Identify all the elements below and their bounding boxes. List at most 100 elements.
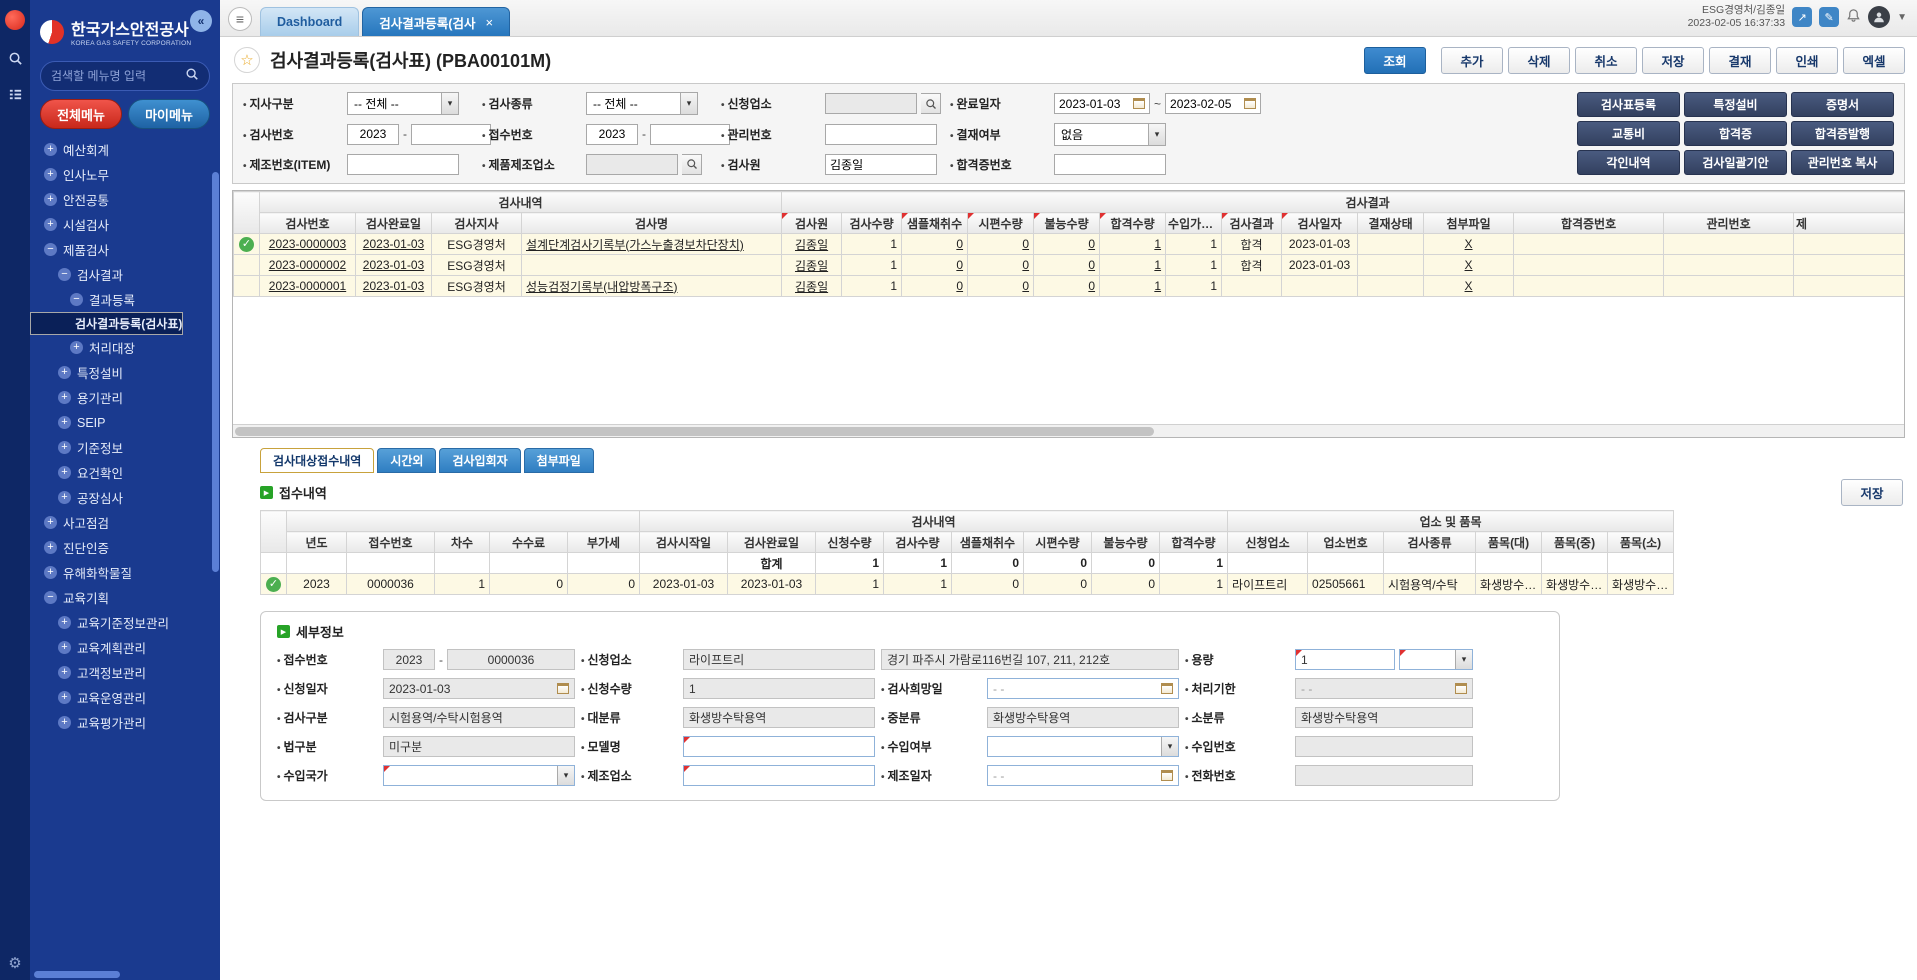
attachment-link[interactable]: X	[1424, 255, 1514, 276]
receipt-save-button[interactable]: 저장	[1841, 479, 1903, 506]
sample-link[interactable]: 0	[902, 255, 968, 276]
transport-fee-button[interactable]: 교통비	[1577, 121, 1680, 146]
calendar-icon[interactable]	[557, 683, 569, 694]
tab-dashboard[interactable]: Dashboard	[260, 7, 359, 36]
save-button[interactable]: 저장	[1642, 47, 1704, 74]
inspector-input[interactable]	[825, 154, 937, 175]
sidebar-item-edu-std[interactable]: 교육기준정보관리	[30, 610, 220, 635]
chevron-down-icon[interactable]: ▼	[1897, 12, 1907, 23]
all-menu-button[interactable]: 전체메뉴	[40, 99, 122, 129]
sidebar-item-safety[interactable]: 안전공통	[30, 187, 220, 212]
row-select-cell[interactable]	[234, 234, 260, 255]
my-menu-button[interactable]: 마이메뉴	[128, 99, 210, 129]
hope-date-picker[interactable]: - -	[987, 678, 1179, 699]
inspection-no-link[interactable]: 2023-0000001	[260, 276, 356, 297]
sidebar-item-factory-audit[interactable]: 공장심사	[30, 485, 220, 510]
sidebar-item-customer-info[interactable]: 고객정보관리	[30, 660, 220, 685]
excel-button[interactable]: 엑셀	[1843, 47, 1905, 74]
add-button[interactable]: 추가	[1441, 47, 1503, 74]
chevron-down-icon[interactable]	[441, 93, 458, 114]
specimen-link[interactable]: 0	[968, 255, 1034, 276]
sample-link[interactable]: 0	[902, 234, 968, 255]
attachment-link[interactable]: X	[1424, 234, 1514, 255]
fail-link[interactable]: 0	[1034, 255, 1100, 276]
chevron-down-icon[interactable]	[680, 93, 697, 114]
sidebar-item-result-reg-sheet[interactable]: 검사결과등록(검사표)	[30, 312, 183, 335]
search-lookup-icon[interactable]	[921, 93, 941, 114]
grid-row[interactable]: 2023-0000003 2023-01-03 ESG경영처 설계단계검사기록부…	[234, 234, 1906, 255]
receipt-row[interactable]: 2023 0000036 1 0 0 2023-01-03 2023-01-03…	[261, 574, 1674, 595]
row-select-cell[interactable]	[261, 574, 287, 595]
inspection-no-serial-input[interactable]	[411, 124, 491, 145]
fail-link[interactable]: 0	[1034, 276, 1100, 297]
approval-status-select[interactable]: 없음	[1054, 123, 1166, 146]
sidebar-item-product[interactable]: 제품검사	[30, 237, 220, 262]
tab-witness[interactable]: 검사입회자	[439, 448, 520, 473]
calendar-icon[interactable]	[1244, 98, 1256, 109]
search-button[interactable]: 조회	[1364, 47, 1426, 74]
cert-no-input[interactable]	[1054, 154, 1166, 175]
row-select-cell[interactable]	[234, 276, 260, 297]
mgmt-no-copy-button[interactable]: 관리번호 복사	[1791, 150, 1894, 175]
chevron-down-icon[interactable]	[1161, 737, 1178, 756]
inspection-type-select[interactable]: -- 전체 --	[586, 92, 698, 115]
calendar-icon[interactable]	[1455, 683, 1467, 694]
sample-link[interactable]: 0	[902, 276, 968, 297]
complete-date-link[interactable]: 2023-01-03	[356, 276, 432, 297]
complete-date-link[interactable]: 2023-01-03	[356, 255, 432, 276]
capacity-unit-select[interactable]	[1399, 649, 1473, 670]
model-input[interactable]	[683, 736, 875, 757]
branch-select[interactable]: -- 전체 --	[347, 92, 459, 115]
tab-inspection-result[interactable]: 검사결과등록(검사×	[362, 7, 510, 36]
import-yn-select[interactable]	[987, 736, 1179, 757]
sidebar-item-container[interactable]: 용기관리	[30, 385, 220, 410]
sidebar-item-accident[interactable]: 사고점검	[30, 510, 220, 535]
inspection-name-link[interactable]: 성능검정기록부(내압방폭구조)	[522, 276, 782, 297]
pass-cert-issue-button[interactable]: 합격증발행	[1791, 121, 1894, 146]
search-lookup-icon[interactable]	[682, 154, 702, 175]
inspection-no-link[interactable]: 2023-0000002	[260, 255, 356, 276]
cancel-button[interactable]: 취소	[1575, 47, 1637, 74]
sidebar-item-hazard-chem[interactable]: 유해화학물질	[30, 560, 220, 585]
date-from-picker[interactable]: 2023-01-03	[1054, 93, 1150, 114]
receipt-no-serial-input[interactable]	[650, 124, 730, 145]
attachment-link[interactable]: X	[1424, 276, 1514, 297]
chevron-down-icon[interactable]	[557, 766, 574, 785]
inspection-no-year-input[interactable]	[347, 124, 399, 145]
sidebar-item-diagnosis[interactable]: 진단인증	[30, 535, 220, 560]
fail-link[interactable]: 0	[1034, 234, 1100, 255]
inspection-no-link[interactable]: 2023-0000003	[260, 234, 356, 255]
external-link-icon[interactable]: ↗	[1792, 7, 1812, 27]
inspector-link[interactable]: 김종일	[782, 276, 842, 297]
specimen-link[interactable]: 0	[968, 234, 1034, 255]
mgmt-no-input[interactable]	[825, 124, 937, 145]
specimen-link[interactable]: 0	[968, 276, 1034, 297]
batch-draft-button[interactable]: 검사일괄기안	[1684, 150, 1787, 175]
favorite-star-icon[interactable]: ☆	[234, 47, 260, 73]
receipt-no-year-input[interactable]	[586, 124, 638, 145]
calendar-icon[interactable]	[1161, 683, 1173, 694]
calendar-icon[interactable]	[1133, 98, 1145, 109]
grid-row[interactable]: 2023-0000002 2023-01-03 ESG경영처 김종일 1 0 0…	[234, 255, 1906, 276]
approval-button[interactable]: 결재	[1709, 47, 1771, 74]
inspection-name-link[interactable]: 설계단계검사기록부(가스누출경보차단장치)	[522, 234, 782, 255]
maker-input[interactable]	[683, 765, 875, 786]
horizontal-scrollbar[interactable]	[233, 424, 1904, 437]
complete-date-link[interactable]: 2023-01-03	[356, 234, 432, 255]
made-date-picker[interactable]: - -	[987, 765, 1179, 786]
hamburger-menu-icon[interactable]: ≡	[228, 7, 252, 31]
scrollbar-thumb[interactable]	[235, 427, 1154, 436]
sidebar-item-seip[interactable]: SEIP	[30, 410, 220, 435]
sidebar-item-requirement[interactable]: 요건확인	[30, 460, 220, 485]
tab-overtime[interactable]: 시간외	[377, 448, 436, 473]
pass-cert-button[interactable]: 합격증	[1684, 121, 1787, 146]
delete-button[interactable]: 삭제	[1508, 47, 1570, 74]
menu-search-input[interactable]	[51, 69, 179, 83]
sidebar-item-edu-plan[interactable]: 교육기획	[30, 585, 220, 610]
sidebar-collapse-button[interactable]: «	[190, 10, 212, 32]
grid-row[interactable]: 2023-0000001 2023-01-03 ESG경영처 성능검정기록부(내…	[234, 276, 1906, 297]
sidebar-item-facility[interactable]: 시설검사	[30, 212, 220, 237]
import-country-select[interactable]	[383, 765, 575, 786]
sidebar-item-special-equip[interactable]: 특정설비	[30, 360, 220, 385]
sidebar-item-std-info[interactable]: 기준정보	[30, 435, 220, 460]
